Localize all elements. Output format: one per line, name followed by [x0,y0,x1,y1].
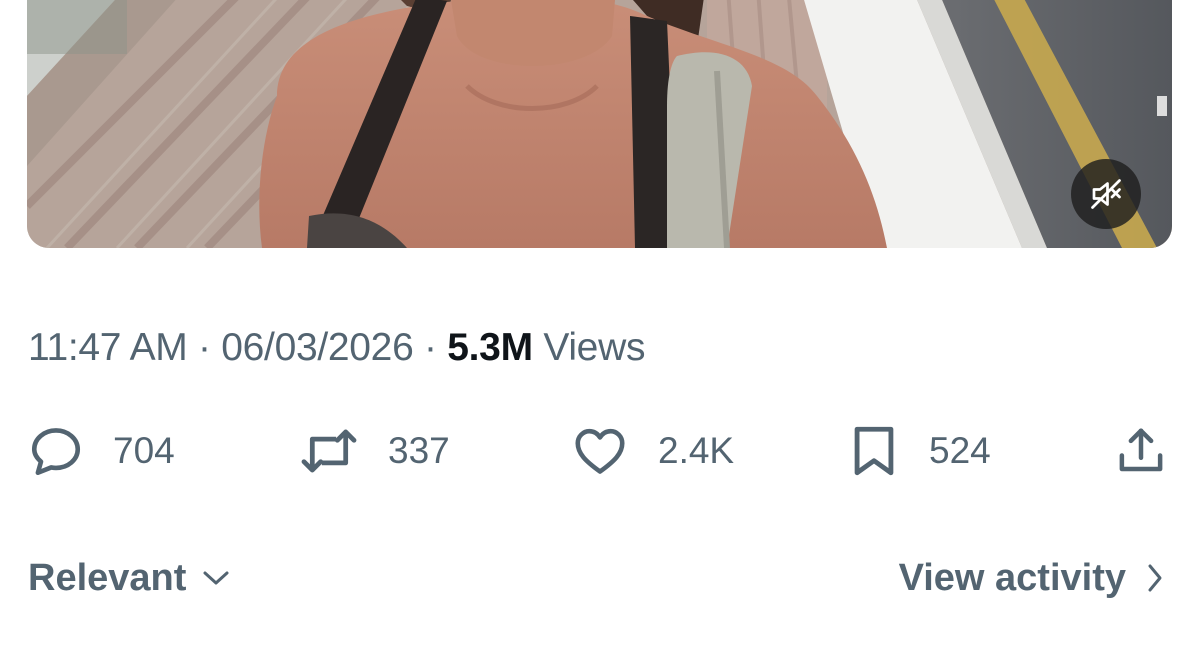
meta-separator: · [198,326,211,369]
meta-separator: · [424,326,437,369]
views-count[interactable]: 5.3M [447,326,533,369]
like-count: 2.4K [658,430,735,471]
chevron-down-icon [203,571,229,585]
replies-header: Relevant View activity [0,552,1200,604]
like-button[interactable]: 2.4K [570,420,734,482]
tweet-actions: 704 337 2.4K 524 [0,420,1200,482]
sort-label: Relevant [28,556,187,599]
views-label[interactable]: Views [543,326,645,369]
share-icon [1119,428,1163,472]
chevron-right-icon [1148,564,1162,592]
view-activity-link[interactable]: View activity [899,552,1164,604]
tweet-detail: 11:47 AM · 06/03/2026 · 5.3M Views 704 3… [0,0,1200,651]
bookmark-button[interactable]: 524 [847,420,991,482]
share-button[interactable] [1114,420,1168,482]
reply-sort-dropdown[interactable]: Relevant [28,552,230,604]
speaker-muted-icon [1091,179,1121,209]
bookmark-icon [854,426,894,476]
reply-bubble-icon [31,428,81,476]
repost-icon [301,429,357,473]
reply-button[interactable]: 704 [27,420,175,482]
video-frame [27,0,1172,248]
repost-button[interactable]: 337 [298,420,450,482]
repost-count: 337 [388,430,450,471]
view-activity-label: View activity [898,556,1126,599]
tweet-meta: 11:47 AM · 06/03/2026 · 5.3M Views [28,326,645,370]
tweet-time: 11:47 AM [28,326,188,369]
mute-button[interactable] [1071,159,1141,229]
tweet-date: 06/03/2026 [221,326,414,369]
tweet-video[interactable] [27,0,1172,248]
bookmark-count: 524 [929,430,991,471]
reply-count: 704 [113,430,175,471]
heart-icon [575,428,625,474]
